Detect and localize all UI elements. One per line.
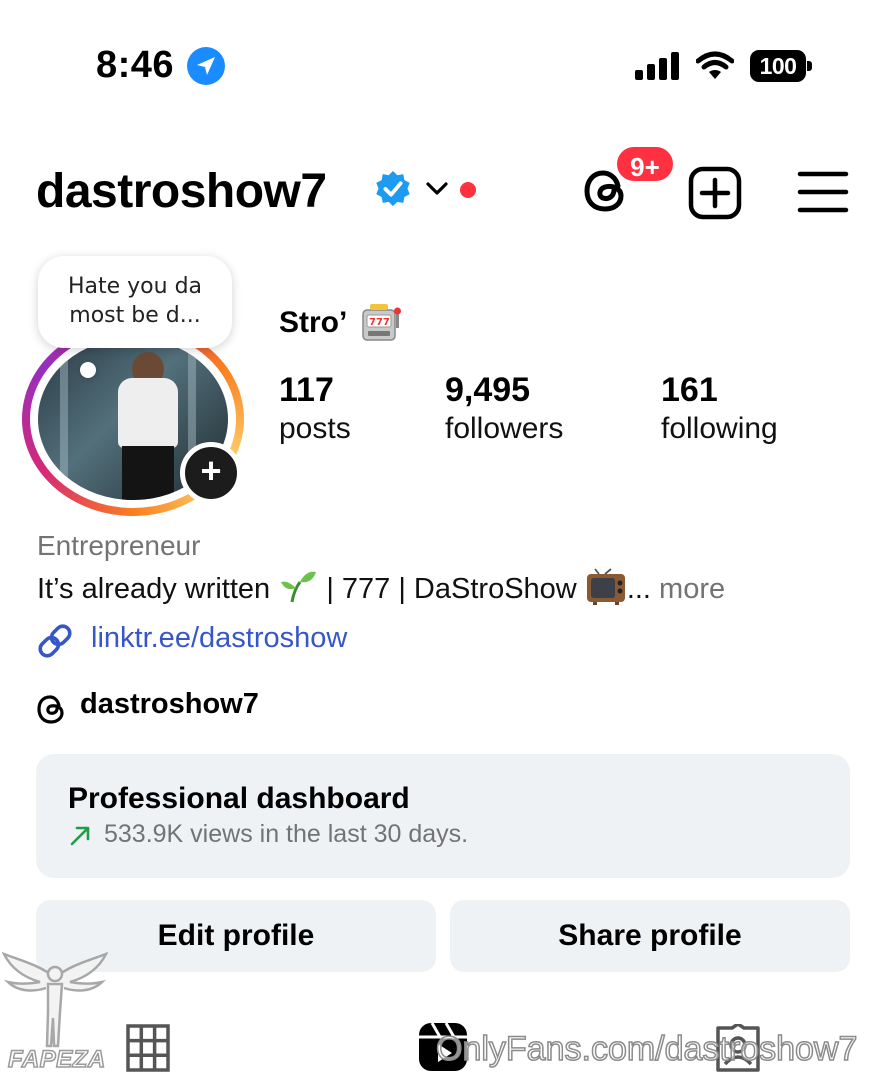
battery-level: 100 (750, 50, 806, 82)
stat-followers-label: followers (445, 412, 564, 445)
threads-handle: dastroshow7 (80, 688, 259, 720)
stat-following-value: 161 (661, 371, 718, 409)
seedling-icon (281, 571, 317, 603)
status-time: 8:46 (96, 44, 175, 86)
angel-watermark-logo (2, 951, 108, 1048)
television-icon (586, 568, 625, 605)
cellular-signal-icon (635, 52, 679, 80)
stat-posts[interactable]: 117 posts (279, 370, 351, 448)
stat-followers[interactable]: 9,495 followers (445, 370, 563, 448)
hamburger-menu-icon[interactable] (796, 168, 850, 216)
slot-machine-icon: 777 (362, 304, 401, 341)
create-plus-icon[interactable] (688, 166, 742, 220)
battery-icon: 100 (750, 50, 812, 82)
professional-dashboard-card[interactable]: Professional dashboard 533.9K views in t… (36, 754, 850, 878)
location-arrow-icon (187, 47, 225, 85)
bio-ellipsis: ... (626, 573, 651, 605)
stat-posts-label: posts (279, 412, 351, 445)
note-bubble[interactable]: Hate you da most be d... (38, 256, 232, 348)
onlyfans-watermark: OnlyFans.com/dastroshow7 (435, 1029, 858, 1069)
verified-badge-icon (376, 170, 410, 207)
profile-header: dastroshow7 9+ (0, 144, 886, 230)
stat-posts-value: 117 (279, 371, 334, 409)
bio-link-text[interactable]: linktr.ee/dastroshow (91, 622, 347, 655)
note-bubble-tail (80, 362, 96, 378)
profile-avatar[interactable]: + (20, 322, 246, 516)
bio-text-1: It’s already written (37, 573, 271, 605)
dashboard-title: Professional dashboard (68, 782, 410, 815)
grid-icon[interactable] (126, 1024, 170, 1072)
display-name: Stro’ (279, 306, 348, 339)
status-bar: 8:46 100 (0, 0, 886, 120)
svg-text:777: 777 (369, 317, 390, 328)
threads-icon (37, 695, 64, 724)
account-notification-dot (460, 182, 476, 198)
stat-followers-value: 9,495 (445, 371, 531, 409)
chevron-down-icon[interactable] (424, 178, 450, 200)
notification-badge: 9+ (614, 144, 676, 184)
bio-more-link[interactable]: more (659, 573, 725, 605)
stat-following-label: following (661, 412, 778, 445)
profile-category: Entrepreneur (37, 530, 201, 561)
trending-up-arrow-icon (70, 826, 90, 846)
wifi-icon (696, 51, 734, 79)
share-profile-button[interactable]: Share profile (450, 900, 850, 972)
add-story-button[interactable]: + (180, 442, 242, 504)
dashboard-views: 533.9K views in the last 30 days. (104, 820, 469, 848)
username-switcher[interactable]: dastroshow7 (36, 164, 327, 219)
fapeza-watermark: FAPEZA (7, 1045, 106, 1074)
link-icon (38, 624, 72, 658)
bio-text-2: | 777 | DaStroShow (326, 573, 577, 605)
bio: It’s already written | 777 | DaStroShow … (37, 568, 725, 606)
stat-following[interactable]: 161 following (661, 370, 778, 448)
